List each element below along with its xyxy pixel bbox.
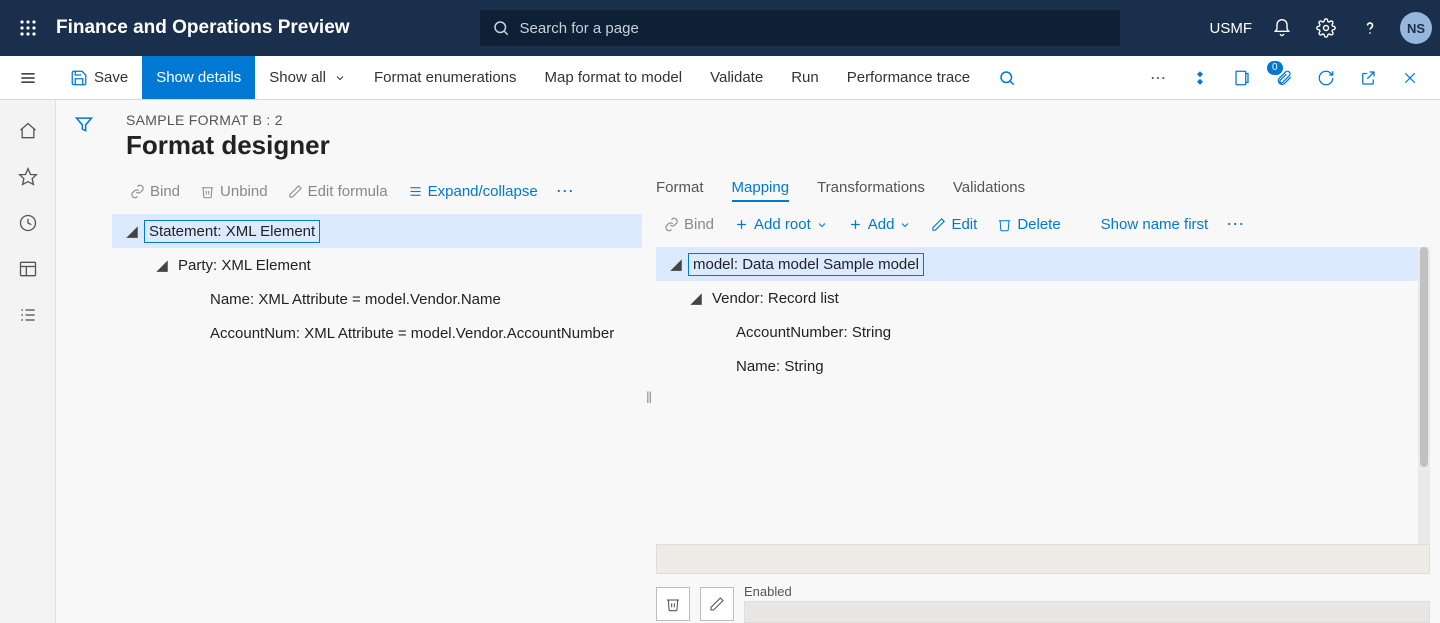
app-launcher-icon[interactable] (8, 8, 48, 48)
delete-button[interactable]: Delete (989, 212, 1068, 237)
diamond-icon[interactable] (1180, 58, 1220, 98)
breadcrumb: SAMPLE FORMAT B : 2 (112, 112, 1440, 128)
path-input[interactable] (656, 544, 1430, 574)
format-node-party[interactable]: Party: XML Element (174, 255, 315, 276)
tree-row[interactable]: AccountNum: XML Attribute = model.Vendor… (120, 316, 634, 350)
attachments-icon[interactable]: 0 (1264, 58, 1304, 98)
tree-row[interactable]: ◢ Party: XML Element (120, 248, 634, 282)
mapping-node-model[interactable]: model: Data model Sample model (688, 253, 924, 276)
format-tree: ◢ Statement: XML Element ◢ Party: XML El… (112, 214, 642, 350)
refresh-icon[interactable] (1306, 58, 1346, 98)
global-search[interactable] (480, 10, 1120, 46)
save-button[interactable]: Save (56, 56, 142, 99)
hamburger-icon[interactable] (0, 56, 56, 100)
vertical-scrollbar[interactable] (1418, 247, 1430, 544)
enabled-label: Enabled (744, 584, 1430, 599)
workspaces-icon[interactable] (4, 248, 52, 290)
tab-transformations[interactable]: Transformations (817, 175, 925, 202)
chevron-down-icon (816, 219, 828, 231)
unbind-button[interactable]: Unbind (192, 179, 276, 204)
recent-icon[interactable] (4, 202, 52, 244)
more-command-icon[interactable]: ⋯ (1138, 58, 1178, 98)
caret-down-icon[interactable]: ◢ (120, 222, 144, 240)
search-command-icon[interactable] (984, 56, 1030, 99)
app-title: Finance and Operations Preview (56, 17, 350, 39)
mapping-toolbar: Bind Add root Add (656, 208, 1430, 247)
map-format-to-model-button[interactable]: Map format to model (531, 56, 697, 99)
edit-formula-button[interactable]: Edit formula (280, 179, 396, 204)
format-node-name-attr[interactable]: Name: XML Attribute = model.Vendor.Name (206, 289, 505, 310)
left-nav-rail (0, 100, 56, 623)
tab-validations[interactable]: Validations (953, 175, 1025, 202)
format-node-statement[interactable]: Statement: XML Element (144, 220, 320, 243)
command-bar: Save Show details Show all Format enumer… (0, 56, 1440, 100)
run-button[interactable]: Run (777, 56, 833, 99)
mapping-tree: ◢ model: Data model Sample model ◢ Vendo… (656, 247, 1430, 544)
expand-collapse-button[interactable]: Expand/collapse (400, 179, 546, 204)
performance-trace-button[interactable]: Performance trace (833, 56, 984, 99)
filter-icon[interactable] (74, 114, 94, 623)
tree-row[interactable]: AccountNumber: String (664, 315, 1422, 349)
add-button[interactable]: Add (840, 212, 920, 237)
caret-down-icon[interactable]: ◢ (150, 256, 174, 274)
show-all-button[interactable]: Show all (255, 56, 360, 99)
format-toolbar-more-icon[interactable]: ⋯ (550, 181, 580, 202)
office-icon[interactable] (1222, 58, 1262, 98)
company-code[interactable]: USMF (1210, 20, 1253, 37)
mapping-node-accountnumber[interactable]: AccountNumber: String (732, 322, 895, 343)
mapping-toolbar-more-icon[interactable]: ⋯ (1220, 214, 1250, 235)
caret-down-icon[interactable]: ◢ (664, 255, 688, 273)
settings-icon[interactable] (1306, 8, 1346, 48)
close-icon[interactable] (1390, 58, 1430, 98)
format-toolbar: Bind Unbind Edit formula Expand/col (112, 175, 642, 214)
tab-format[interactable]: Format (656, 175, 704, 202)
page-title: Format designer (112, 128, 1440, 175)
show-name-first-button[interactable]: Show name first (1093, 212, 1217, 237)
add-root-button[interactable]: Add root (726, 212, 836, 237)
format-node-accountnum-attr[interactable]: AccountNum: XML Attribute = model.Vendor… (206, 323, 618, 344)
tree-row[interactable]: Name: String (664, 349, 1422, 383)
show-details-button[interactable]: Show details (142, 56, 255, 99)
tab-mapping[interactable]: Mapping (732, 175, 790, 202)
edit-button[interactable]: Edit (923, 212, 985, 237)
tree-row[interactable]: Name: XML Attribute = model.Vendor.Name (120, 282, 634, 316)
mapping-bind-button[interactable]: Bind (656, 212, 722, 237)
enabled-value[interactable] (744, 601, 1430, 623)
top-navbar: Finance and Operations Preview USMF NS (0, 0, 1440, 56)
mapping-node-vendor[interactable]: Vendor: Record list (708, 288, 843, 309)
splitter-handle[interactable]: ‖ (642, 175, 656, 623)
user-avatar[interactable]: NS (1400, 12, 1432, 44)
chevron-down-icon (899, 219, 911, 231)
caret-down-icon[interactable]: ◢ (684, 289, 708, 307)
mapping-tabs: Format Mapping Transformations Validatio… (656, 175, 1430, 208)
edit-node-button[interactable] (700, 587, 734, 621)
format-enumerations-button[interactable]: Format enumerations (360, 56, 531, 99)
mapping-node-name[interactable]: Name: String (732, 356, 828, 377)
help-icon[interactable] (1350, 8, 1390, 48)
validate-button[interactable]: Validate (696, 56, 777, 99)
search-input[interactable] (520, 20, 1108, 37)
bind-button[interactable]: Bind (122, 179, 188, 204)
home-icon[interactable] (4, 110, 52, 152)
notifications-icon[interactable] (1262, 8, 1302, 48)
chevron-down-icon (334, 72, 346, 84)
popout-icon[interactable] (1348, 58, 1388, 98)
save-label: Save (94, 69, 128, 86)
modules-icon[interactable] (4, 294, 52, 336)
tree-row[interactable]: ◢ Vendor: Record list (664, 281, 1422, 315)
attachments-badge: 0 (1267, 61, 1283, 75)
delete-node-button[interactable] (656, 587, 690, 621)
favorites-icon[interactable] (4, 156, 52, 198)
